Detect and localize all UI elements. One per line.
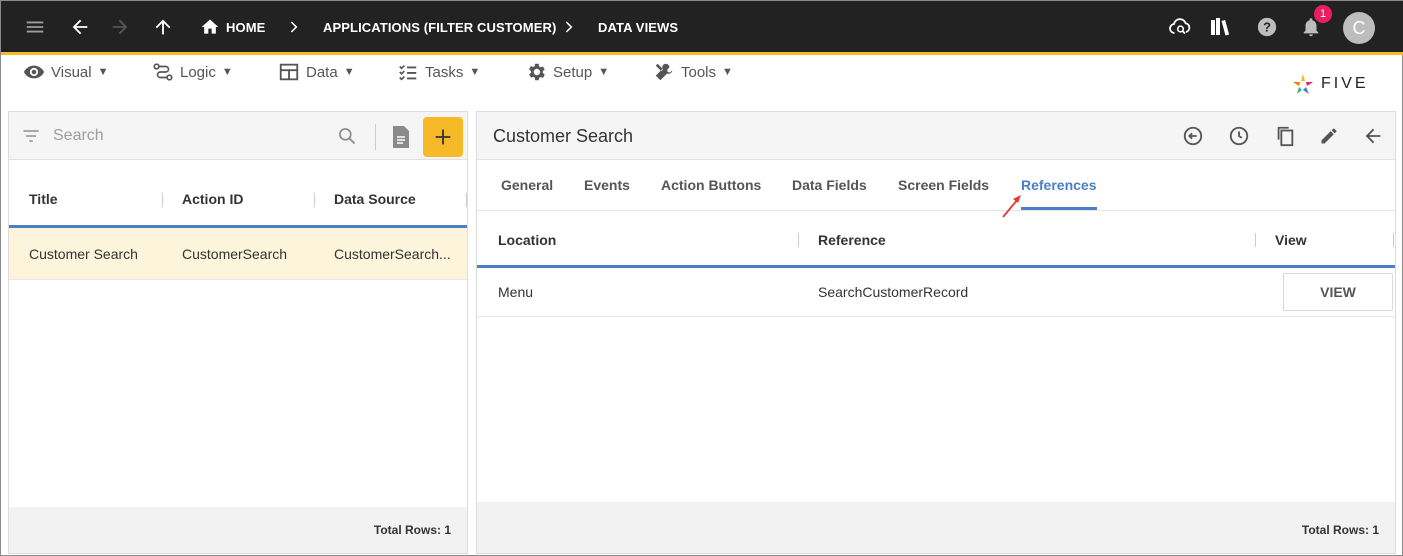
column-header-reference[interactable]: Reference — [818, 212, 886, 268]
column-divider — [466, 193, 467, 207]
column-header-view[interactable]: View — [1275, 212, 1307, 268]
page-title: Customer Search — [493, 126, 634, 146]
breadcrumb-applications[interactable]: APPLICATIONS (FILTER CUSTOMER) — [323, 1, 556, 55]
hamburger-menu-icon[interactable] — [23, 15, 47, 39]
cell-title: Customer Search — [29, 246, 138, 262]
tab-screen-fields[interactable]: Screen Fields — [898, 160, 989, 210]
table-row[interactable]: Customer Search CustomerSearch CustomerS… — [9, 228, 467, 280]
filter-icon[interactable] — [21, 126, 41, 151]
library-books-icon[interactable] — [1209, 15, 1233, 39]
menu-data-label: Data — [306, 63, 338, 81]
column-divider — [314, 193, 315, 207]
tab-general[interactable]: General — [501, 160, 553, 210]
menu-data[interactable]: Data ▼ — [278, 59, 355, 85]
view-button[interactable]: VIEW — [1283, 273, 1393, 311]
avatar[interactable]: C — [1343, 12, 1375, 44]
menu-tasks-label: Tasks — [425, 63, 464, 81]
history-back-icon[interactable] — [1181, 124, 1205, 148]
cell-location: Menu — [498, 284, 534, 300]
gear-icon — [529, 63, 545, 81]
total-rows: Total Rows: 1 — [373, 523, 451, 537]
forward-arrow-icon[interactable] — [108, 15, 132, 39]
list-footer: Total Rows: 1 — [9, 507, 467, 553]
column-divider — [162, 193, 163, 207]
cell-reference: SearchCustomerRecord — [818, 284, 969, 300]
table-icon — [279, 63, 299, 81]
caret-down-icon: ▼ — [722, 66, 733, 78]
menu-setup[interactable]: Setup ▼ — [525, 59, 609, 85]
tab-data-fields[interactable]: Data Fields — [792, 160, 867, 210]
menu-setup-label: Setup — [553, 63, 593, 81]
divider — [375, 124, 376, 150]
menu-logic-label: Logic — [180, 63, 216, 81]
tab-bar: General Events Action Buttons Data Field… — [477, 160, 1395, 218]
references-table-header: Location Reference View — [477, 212, 1395, 268]
logic-icon — [153, 63, 173, 81]
search-bar: Search — [9, 112, 467, 160]
search-input[interactable]: Search — [53, 124, 323, 148]
home-icon[interactable] — [198, 15, 222, 39]
column-header-data-source[interactable]: Data Source — [334, 173, 416, 225]
column-header-title[interactable]: Title — [29, 173, 58, 225]
breadcrumb-home[interactable]: HOME — [226, 1, 265, 55]
chevron-right-icon — [556, 15, 580, 39]
cell-action-id: CustomerSearch — [182, 246, 288, 262]
tab-references[interactable]: References — [1021, 160, 1097, 210]
menu-visual[interactable]: Visual ▼ — [23, 59, 108, 85]
brand-name: FIVE — [1321, 75, 1369, 92]
column-divider — [798, 233, 799, 247]
tab-events[interactable]: Events — [584, 160, 630, 210]
tools-icon — [655, 63, 673, 81]
detail-footer: Total Rows: 1 — [477, 502, 1395, 553]
menu-tasks[interactable]: Tasks ▼ — [397, 59, 480, 85]
up-arrow-icon[interactable] — [151, 15, 175, 39]
menu-tools[interactable]: Tools ▼ — [653, 59, 733, 85]
edit-pencil-icon[interactable] — [1317, 124, 1341, 148]
top-app-bar: HOME APPLICATIONS (FILTER CUSTOMER) DATA… — [1, 1, 1403, 55]
back-arrow-icon[interactable] — [1361, 124, 1385, 148]
table-row: Menu SearchCustomerRecord VIEW — [477, 268, 1395, 317]
column-header-action-id[interactable]: Action ID — [182, 173, 243, 225]
detail-header: Customer Search — [477, 112, 1395, 160]
plus-icon — [435, 129, 451, 145]
five-logo-icon — [1293, 74, 1313, 94]
menu-tools-label: Tools — [681, 63, 717, 81]
svg-text:?: ? — [1263, 20, 1271, 35]
column-header-location[interactable]: Location — [498, 212, 556, 268]
breadcrumb-data-views[interactable]: DATA VIEWS — [598, 1, 678, 55]
copy-icon[interactable] — [1273, 124, 1297, 148]
search-icon[interactable] — [337, 126, 357, 151]
five-logo: FIVE — [1291, 71, 1369, 97]
list-panel: Search Title Action ID Data Source Custo… — [8, 111, 468, 554]
menu-logic[interactable]: Logic ▼ — [152, 59, 233, 85]
chevron-right-icon — [281, 15, 305, 39]
caret-down-icon: ▼ — [598, 66, 610, 78]
caret-down-icon: ▼ — [97, 66, 109, 78]
notification-badge: 1 — [1314, 5, 1332, 23]
cell-data-source: CustomerSearch... — [334, 246, 451, 262]
eye-icon — [23, 65, 45, 79]
menu-visual-label: Visual — [51, 63, 92, 81]
clock-icon[interactable] — [1227, 124, 1251, 148]
caret-down-icon: ▼ — [469, 66, 481, 78]
caret-down-icon: ▼ — [343, 66, 355, 78]
total-rows: Total Rows: 1 — [1301, 523, 1379, 537]
checklist-icon — [399, 64, 417, 81]
caret-down-icon: ▼ — [221, 66, 233, 78]
column-divider — [1255, 233, 1256, 247]
document-icon[interactable] — [391, 125, 411, 149]
detail-panel: Customer Search General Events Action Bu… — [476, 111, 1396, 554]
add-button[interactable] — [423, 117, 463, 157]
tab-action-buttons[interactable]: Action Buttons — [661, 160, 761, 210]
cloud-search-icon[interactable] — [1168, 15, 1192, 39]
back-arrow-icon[interactable] — [68, 15, 92, 39]
help-icon[interactable]: ? — [1255, 15, 1279, 39]
table-header: Title Action ID Data Source — [9, 173, 467, 228]
column-divider — [1393, 233, 1394, 247]
